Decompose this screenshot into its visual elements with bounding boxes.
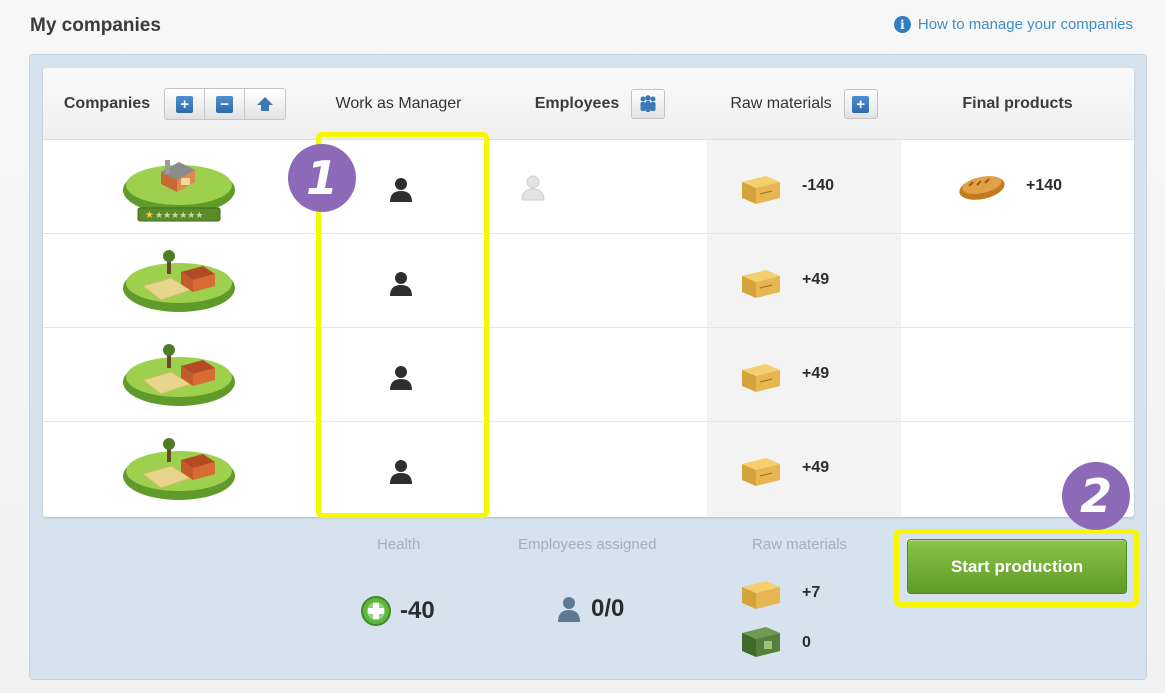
header-raw-materials: Raw materials + [707, 68, 901, 140]
health-plus-icon [361, 596, 391, 626]
table-row: ★ ★★★★★★ -140 +140 [43, 140, 1134, 234]
add-raw-materials-button[interactable]: + [843, 89, 878, 119]
table-row: +49 [43, 422, 1134, 516]
remove-company-button[interactable]: − [205, 89, 246, 119]
plus-icon: + [176, 95, 194, 113]
step-badge-2: 2 [1062, 462, 1130, 530]
crate-icon [742, 581, 780, 609]
table-row: +49 [43, 328, 1134, 422]
employees-assigned-summary: 0/0 [555, 595, 624, 623]
raw-materials-summary-label: Raw materials [752, 536, 848, 553]
upgrade-company-button[interactable] [245, 89, 286, 119]
raw-material-value: +49 [802, 271, 830, 288]
raw-material-value: +49 [802, 459, 830, 476]
header-raw-materials-label: Raw materials [730, 95, 832, 112]
header-companies-label: Companies [63, 95, 151, 112]
help-link[interactable]: i How to manage your companies [893, 16, 1133, 33]
upgrade-icon [257, 97, 274, 111]
header-work-as-manager: Work as Manager [307, 68, 490, 140]
svg-text:★: ★ [145, 210, 154, 221]
crate-icon [742, 364, 780, 392]
header-final-products-label: Final products [962, 95, 1073, 112]
header-work-as-manager-label: Work as Manager [335, 95, 462, 112]
employees-assigned-label: Employees assigned [518, 536, 657, 553]
start-button-highlight [894, 529, 1139, 607]
final-product-value: +140 [1026, 177, 1063, 194]
crate-icon [742, 458, 780, 486]
info-icon: i [893, 16, 911, 33]
health-label: Health [377, 536, 421, 553]
money-summary-value: 0 [802, 634, 811, 651]
header-employees-label: Employees [534, 95, 620, 112]
table-row: +49 [43, 234, 1134, 328]
health-summary: -40 [360, 595, 435, 627]
companies-table: Companies + − Work as Manager Employees [43, 68, 1134, 517]
money-stack-icon [742, 627, 780, 657]
bread-icon [959, 176, 1005, 200]
plus-icon: + [852, 95, 870, 113]
crate-icon [742, 270, 780, 298]
person-icon [558, 597, 580, 622]
factory-company-image[interactable]: ★ ★★★★★★ [121, 154, 237, 224]
crate-icon [742, 176, 780, 204]
svg-text:★★★★★★: ★★★★★★ [155, 211, 203, 221]
raw-material-value: -140 [802, 177, 835, 194]
step-badge-1: 1 [288, 144, 356, 212]
help-link-label[interactable]: How to manage your companies [918, 16, 1133, 33]
table-header: Companies + − Work as Manager Employees [43, 68, 1134, 140]
raw-material-value: +49 [802, 365, 830, 382]
farm-company-image[interactable] [121, 340, 237, 410]
health-value: -40 [400, 597, 435, 624]
farm-company-image[interactable] [121, 246, 237, 316]
employees-button[interactable] [631, 89, 666, 119]
group-icon [640, 95, 656, 112]
header-employees: Employees [500, 68, 700, 140]
header-companies: Companies + − [43, 68, 307, 140]
minus-icon: − [216, 95, 234, 113]
raw-materials-summary-value: +7 [802, 584, 821, 601]
add-company-button[interactable]: + [165, 89, 206, 119]
farm-company-image[interactable] [121, 434, 237, 504]
employees-assigned-value: 0/0 [591, 595, 625, 622]
page-title: My companies [30, 15, 161, 36]
header-final-products: Final products [901, 68, 1134, 140]
company-buttons: + − [164, 88, 287, 120]
employee-slot-icon[interactable] [520, 174, 546, 202]
